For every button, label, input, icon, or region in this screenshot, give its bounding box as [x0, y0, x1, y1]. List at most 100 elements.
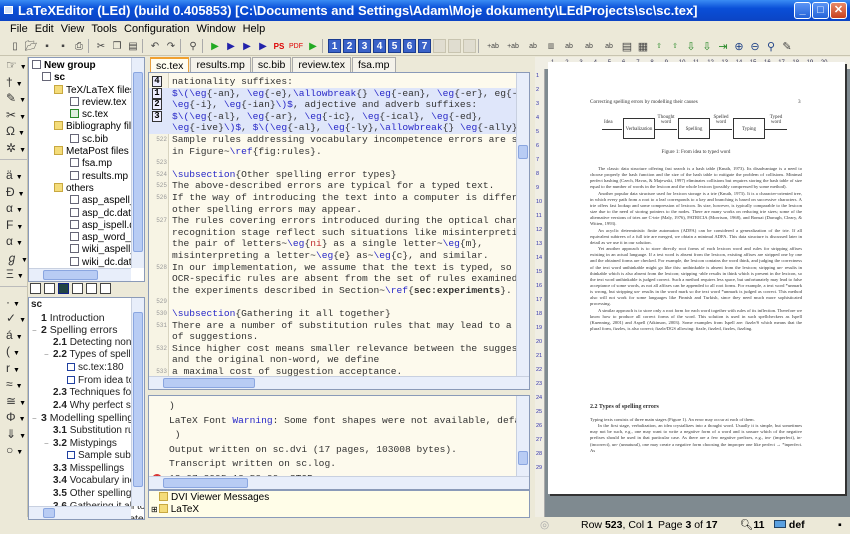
app-icon[interactable] — [4, 6, 13, 14]
structure-item[interactable]: 2.4 Why perfect spelling — [31, 400, 144, 413]
project-tree[interactable]: New group sc TeX/LaTeX files review.tex sc.t… — [28, 57, 145, 282]
up-icon[interactable]: ⇧ — [652, 39, 666, 53]
symbol-palette-button[interactable]: ✎ ▼ — [0, 90, 27, 107]
project-group[interactable]: New group — [32, 60, 144, 72]
ab-icon[interactable]: ab — [560, 39, 578, 53]
symbol-palette-button[interactable]: α ▼ — [0, 233, 27, 250]
dropdown-arrow-icon[interactable]: ▼ — [18, 130, 25, 137]
new-file-icon[interactable]: ▯ — [8, 39, 22, 53]
dropdown-arrow-icon[interactable]: ▼ — [16, 224, 23, 231]
project-tree-vscroll[interactable] — [131, 58, 144, 268]
structure-item[interactable]: −2.2 Types of spelling err — [31, 349, 144, 362]
down-icon[interactable]: ⇩ — [684, 39, 698, 53]
editor-hscroll[interactable] — [149, 376, 529, 389]
structure-item[interactable]: sc.tex:180 — [31, 362, 144, 375]
editor-vscroll[interactable] — [516, 73, 529, 376]
symbol-palette-button[interactable]: Đ ▼ — [0, 184, 27, 201]
tab-fsa-mp[interactable]: fsa.mp — [352, 57, 396, 73]
structure-tree-hscroll[interactable] — [29, 506, 131, 519]
symbol-palette-button[interactable]: α ▼ — [0, 200, 27, 217]
structure-item[interactable]: −3 Modelling spelling err — [31, 412, 144, 425]
dropdown-arrow-icon[interactable]: ▼ — [19, 147, 26, 154]
tree-file[interactable]: results.mp — [32, 170, 144, 183]
structure-root[interactable]: sc — [31, 299, 144, 312]
structure-tree[interactable]: sc 1 Introduction −2 Spelling errors 2.1 De… — [28, 297, 145, 520]
tree-file[interactable]: asp_dc.dat — [32, 207, 144, 220]
editor-line[interactable]: 523 — [149, 157, 516, 169]
editor-line[interactable]: 522 Sample rules addressing vocabulary in… — [149, 134, 529, 146]
editor-line[interactable]: recognition stage reflect such situation… — [149, 227, 529, 239]
zoom-in-icon[interactable]: ⊕ — [732, 39, 746, 53]
symbol-palette-button[interactable]: ✓ ▼ — [0, 310, 27, 327]
+ab-icon[interactable]: +ab — [484, 39, 502, 53]
messages-item[interactable]: DVI Viewer Messages — [149, 492, 529, 504]
editor-line[interactable]: other spelling errors may appear. — [149, 204, 516, 216]
maximize-button[interactable]: □ — [812, 2, 829, 19]
editor-line[interactable]: 531 There are a number of substitution ru… — [149, 320, 529, 332]
expand-icon[interactable]: ⊞ — [151, 505, 158, 514]
menu-window[interactable]: Window — [196, 21, 235, 37]
symbol-palette-button[interactable]: ✲ ▼ — [0, 140, 27, 157]
tree-file[interactable]: asp_word_200 — [32, 232, 144, 244]
symbol-palette-button[interactable]: Ξ ▼ — [0, 266, 27, 283]
zoom-out-icon[interactable]: ⊖ — [748, 39, 762, 53]
editor-line[interactable]: 528 In our implementation, we assume that… — [149, 262, 529, 274]
dropdown-arrow-icon[interactable]: ▼ — [13, 367, 20, 374]
editor-line[interactable]: 527 The rules covering errors introduced … — [149, 215, 529, 227]
view-next-icon[interactable]: ▶ — [240, 39, 254, 53]
structure-item[interactable]: 3.3 Misspellings — [31, 463, 144, 476]
structure-item[interactable]: 2.3 Techniques for isola — [31, 387, 144, 400]
dropdown-arrow-icon[interactable]: ▼ — [19, 114, 26, 121]
compile-icon[interactable]: ▶ — [208, 39, 222, 53]
mode-indicator[interactable]: def — [774, 517, 805, 534]
bookmark-button-7[interactable]: 7 — [418, 39, 431, 53]
zoom-icon[interactable]: ⚲ — [764, 39, 778, 53]
symbol-palette-button[interactable]: (▼ — [0, 343, 27, 360]
dropdown-arrow-icon[interactable]: ▼ — [19, 416, 26, 423]
editor[interactable]: 4 nationality suffixes: 1 $\(\eg{-an}, \eg{… — [148, 72, 530, 390]
bookmark-button-6[interactable]: 6 — [403, 39, 416, 53]
symbol-palette-button[interactable]: ⇓ ▼ — [0, 426, 27, 443]
editor-line[interactable]: 524 \subsection{Other spelling error type… — [149, 169, 516, 181]
tree-file[interactable]: fsa.mp — [32, 158, 144, 170]
open-icon[interactable]: 📂︎ — [24, 39, 38, 53]
dropdown-arrow-icon[interactable]: ▼ — [16, 383, 23, 390]
view-button-1[interactable] — [30, 283, 41, 294]
symbol-palette-button[interactable]: ≈ ▼ — [0, 376, 27, 393]
tree-folder[interactable]: others — [32, 182, 144, 195]
dvi-preview[interactable]: 1234567891011121314151617181920 12345678… — [535, 57, 850, 517]
dropdown-arrow-icon[interactable]: ▼ — [16, 207, 23, 214]
bookmark-marker[interactable]: 1 — [152, 87, 162, 99]
copy-icon[interactable]: ❐ — [110, 39, 124, 53]
editor-line[interactable]: 3 $\(\eg{-al}, \eg{-ar}, \eg{-ic}, \eg{-i… — [149, 110, 516, 123]
zoom-indicator[interactable]: 🔍︎11 — [740, 517, 764, 534]
editor-line[interactable]: \eg{-ive}\)$, $\(\eg{-al}, \eg{-ly},\all… — [149, 122, 529, 134]
save-all-icon[interactable]: ▪ — [56, 39, 70, 53]
ab-icon[interactable]: ab — [600, 39, 618, 53]
tree-file[interactable]: asp_aspell_no — [32, 195, 144, 207]
dropdown-arrow-icon[interactable]: ▼ — [19, 433, 26, 440]
view-button-4[interactable] — [72, 283, 83, 294]
bookmark-button-9[interactable] — [448, 39, 461, 53]
dropdown-arrow-icon[interactable]: ▼ — [17, 273, 24, 280]
editor-line[interactable]: the experiments described in Section~\re… — [149, 285, 516, 297]
structure-item[interactable]: 3.4 Vocabulary incompe — [31, 475, 144, 488]
bookmark-button-5[interactable]: 5 — [388, 39, 401, 53]
editor-line[interactable]: 532 Since higher cost means smaller relev… — [149, 343, 529, 355]
bookmark-marker[interactable]: 2 — [152, 99, 162, 111]
editor-line[interactable]: 525 The above-described errors are typica… — [149, 180, 516, 192]
symbol-palette-button[interactable]: á ▼ — [0, 327, 27, 344]
options-icon[interactable]: ✎ — [780, 39, 794, 53]
structure-item[interactable]: 3.5 Other spelling error — [31, 488, 144, 501]
fold-icon[interactable]: ▦ — [636, 39, 650, 53]
editor-line[interactable]: 4 nationality suffixes: — [149, 76, 516, 88]
tree-file[interactable]: sc.tex — [32, 109, 144, 121]
dropdown-arrow-icon[interactable]: ▼ — [18, 191, 25, 198]
menu-view[interactable]: View — [61, 21, 85, 37]
symbol-palette-button[interactable]: ≅ ▼ — [0, 393, 27, 410]
dropdown-arrow-icon[interactable]: ▼ — [16, 81, 23, 88]
editor-line[interactable]: 526 If the way of introducing the text in… — [149, 192, 529, 204]
structure-item[interactable]: −2 Spelling errors — [31, 324, 144, 337]
editor-line[interactable]: 2 \eg{-i}, \eg{-ian}\)$, adjective and ad… — [149, 99, 516, 111]
editor-line[interactable]: of suggestions. — [149, 331, 516, 343]
